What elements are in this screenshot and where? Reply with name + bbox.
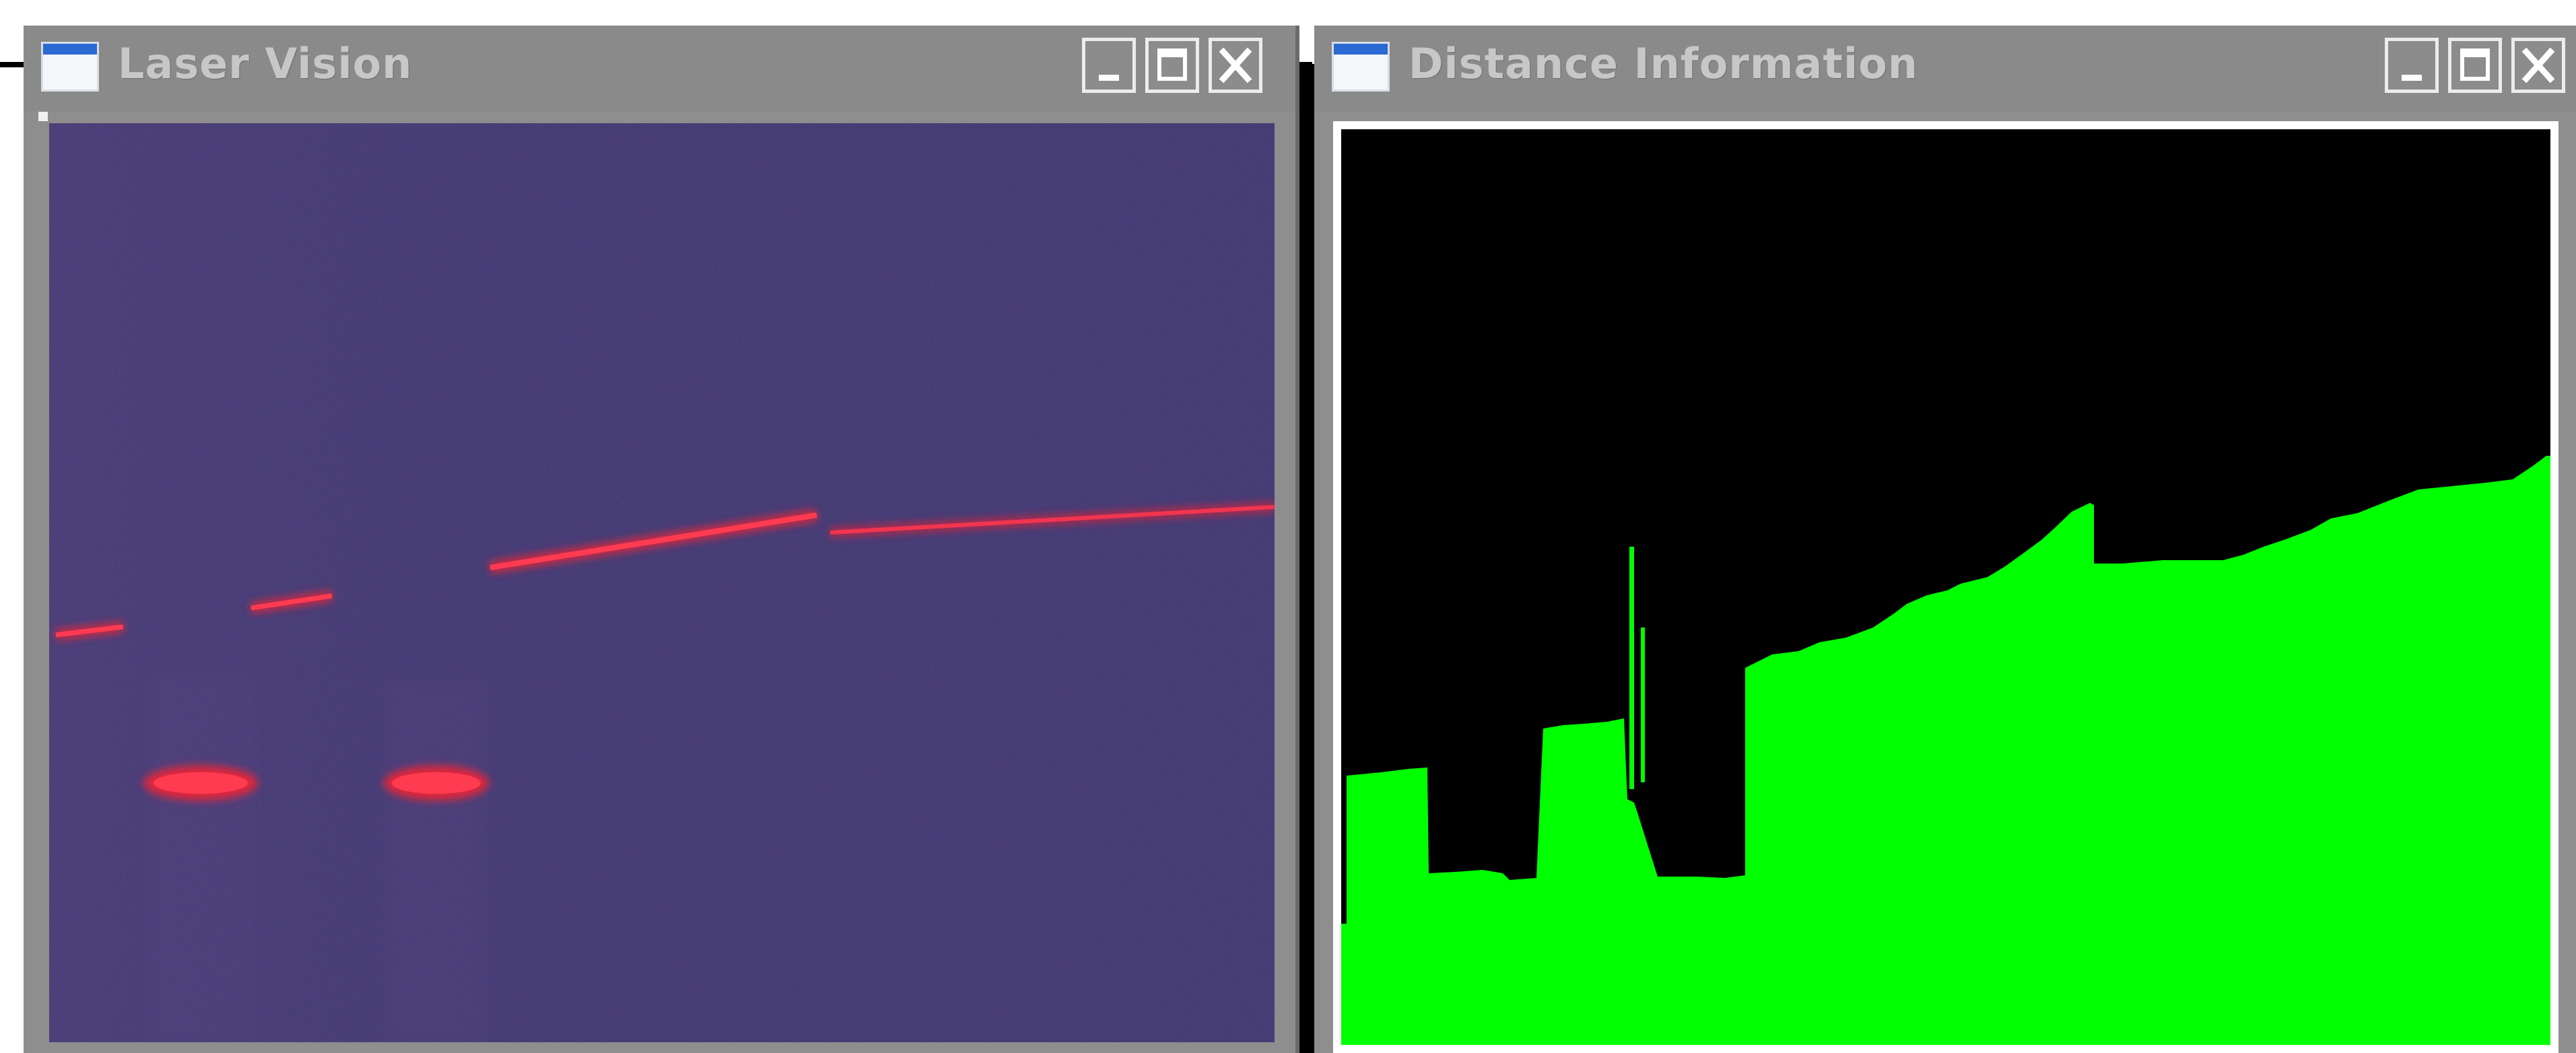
- close-button[interactable]: [2511, 38, 2565, 93]
- distance-profile-view: [1333, 121, 2558, 1053]
- minimize-icon: [2402, 75, 2422, 81]
- minimize-icon: [1099, 75, 1119, 81]
- laser-camera-image: [49, 123, 1275, 1042]
- window-controls: [2385, 38, 2565, 93]
- maximize-button[interactable]: [2448, 38, 2502, 93]
- maximize-icon: [1157, 48, 1187, 81]
- window-gap-divider: [1299, 64, 1314, 1053]
- minimize-button[interactable]: [2385, 38, 2439, 93]
- close-icon: [2521, 47, 2555, 83]
- laser-vision-window[interactable]: Laser Vision: [24, 26, 1299, 1053]
- laser-vision-titlebar[interactable]: Laser Vision: [24, 26, 1295, 112]
- window-app-icon: [41, 42, 99, 92]
- maximize-icon: [2460, 48, 2490, 81]
- window-title: Distance Information: [1409, 39, 1919, 88]
- distance-spike: [1629, 547, 1634, 789]
- window-controls: [1082, 38, 1262, 93]
- minimize-button[interactable]: [1082, 38, 1136, 93]
- frame-edge-left: [0, 62, 26, 67]
- window-app-icon: [1332, 42, 1390, 92]
- resize-corner-marker: [38, 112, 48, 121]
- close-icon: [1219, 47, 1252, 83]
- close-button[interactable]: [1209, 38, 1262, 93]
- laser-camera-view: [49, 123, 1275, 1042]
- distance-information-window[interactable]: Distance Information: [1314, 26, 2576, 1053]
- window-title: Laser Vision: [118, 39, 413, 88]
- distance-profile-graph: [1341, 129, 2550, 1045]
- distance-spike-secondary: [1641, 627, 1645, 782]
- maximize-button[interactable]: [1145, 38, 1199, 93]
- distance-information-titlebar[interactable]: Distance Information: [1314, 26, 2576, 112]
